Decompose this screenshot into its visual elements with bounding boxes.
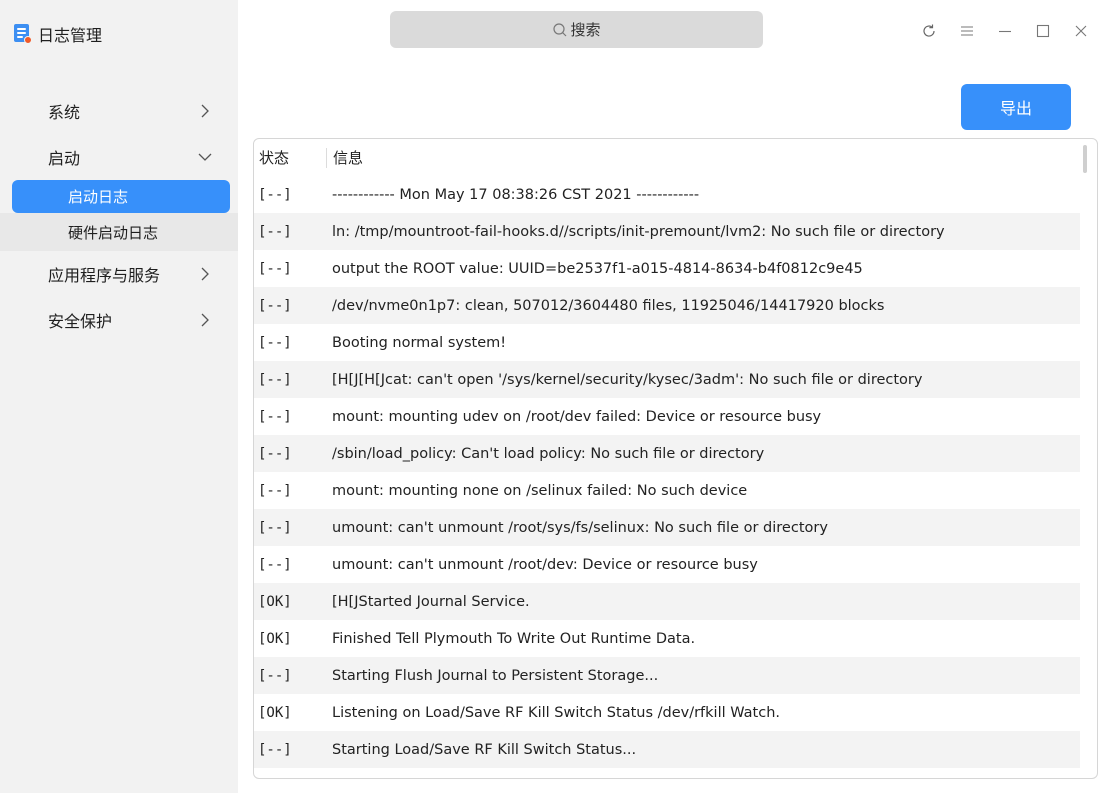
column-header-status[interactable]: 状态	[254, 147, 326, 168]
search-placeholder: 搜索	[570, 21, 601, 39]
table-row[interactable]: [--] mount: mounting udev on /root/dev fa…	[254, 398, 1080, 435]
table-row[interactable]: [--] Booting normal system!	[254, 324, 1080, 361]
info-cell: umount: can't unmount /root/sys/fs/selin…	[332, 519, 828, 536]
info-cell: ln: /tmp/mountroot-fail-hooks.d//scripts…	[332, 223, 945, 240]
status-cell: [--]	[258, 556, 292, 573]
table-row[interactable]: [OK] [H[JStarted Journal Service.	[254, 583, 1080, 620]
minimize-button[interactable]	[986, 18, 1024, 44]
sidebar-item-system[interactable]: 系统	[0, 88, 238, 134]
window-controls	[910, 18, 1100, 44]
maximize-icon	[1036, 24, 1050, 38]
info-cell: mount: mounting udev on /root/dev failed…	[332, 408, 822, 425]
refresh-button[interactable]	[910, 18, 948, 44]
info-cell: [H[J[H[Jcat: can't open '/sys/kernel/sec…	[332, 371, 923, 388]
table-row[interactable]: [--] ln: /tmp/mountroot-fail-hooks.d//scr…	[254, 213, 1080, 250]
sidebar-subitem-boot-log[interactable]: 启动日志	[12, 180, 230, 213]
table-row[interactable]: [--] output the ROOT value: UUID=be2537f1…	[254, 250, 1080, 287]
log-table: 状态 信息 [--] ------------ Mon May 17 08:38:…	[253, 138, 1098, 779]
status-cell: [--]	[258, 371, 292, 388]
status-cell: [OK]	[258, 704, 292, 721]
table-row[interactable]: [--] umount: can't unmount /root/dev: Dev…	[254, 546, 1080, 583]
info-cell: /dev/nvme0n1p7: clean, 507012/3604480 fi…	[332, 297, 885, 314]
info-cell: Starting Load/Save RF Kill Switch Status…	[332, 741, 637, 758]
sidebar-item-label: 应用程序与服务	[48, 266, 161, 285]
table-header: 状态 信息	[254, 139, 1097, 176]
sidebar-item-label: 安全保护	[48, 312, 113, 331]
info-cell: Booting normal system!	[332, 334, 507, 351]
close-button[interactable]	[1062, 18, 1100, 44]
status-cell: [--]	[258, 297, 292, 314]
sidebar: 日志管理 系统 启动 启动日志 硬件启动日志 应用程序与服务 安全保护	[0, 0, 238, 793]
table-row[interactable]: [--] [H[J[H[Jcat: can't open '/sys/kernel…	[254, 361, 1080, 398]
app-title: 日志管理	[38, 26, 103, 45]
table-row[interactable]: [--] /dev/nvme0n1p7: clean, 507012/360448…	[254, 287, 1080, 324]
sidebar-item-label: 系统	[48, 103, 81, 122]
log-app-icon	[14, 24, 32, 44]
export-button[interactable]: 导出	[961, 84, 1071, 130]
status-cell: [OK]	[258, 593, 292, 610]
status-cell: [--]	[258, 519, 292, 536]
info-cell: [H[JStarted Journal Service.	[332, 593, 530, 610]
close-icon	[1075, 25, 1087, 37]
search-input[interactable]: 搜索	[390, 11, 763, 48]
status-cell: [--]	[258, 223, 292, 240]
scrollbar[interactable]	[1083, 145, 1087, 173]
app-title-bar: 日志管理	[14, 22, 102, 46]
status-cell: [--]	[258, 260, 292, 277]
title-bar: 搜索	[238, 0, 1108, 60]
table-row[interactable]: [OK] Listening on Load/Save RF Kill Switc…	[254, 694, 1080, 731]
refresh-icon	[923, 24, 935, 37]
chevron-right-icon	[201, 104, 209, 118]
chevron-right-icon	[201, 267, 209, 281]
table-row[interactable]: [OK] Finished Tell Plymouth To Write Out …	[254, 620, 1080, 657]
table-body: [--] ------------ Mon May 17 08:38:26 CST…	[254, 176, 1080, 768]
status-cell: [--]	[258, 186, 292, 203]
table-row[interactable]: [--] /sbin/load_policy: Can't load policy…	[254, 435, 1080, 472]
status-cell: [--]	[258, 334, 292, 351]
maximize-button[interactable]	[1024, 18, 1062, 44]
chevron-right-icon	[201, 313, 209, 327]
menu-button[interactable]	[948, 18, 986, 44]
minimize-icon	[999, 30, 1011, 33]
status-cell: [--]	[258, 482, 292, 499]
sidebar-nav: 系统 启动 启动日志 硬件启动日志 应用程序与服务 安全保护	[0, 88, 238, 343]
status-cell: [--]	[258, 741, 292, 758]
sidebar-item-apps-services[interactable]: 应用程序与服务	[0, 251, 238, 297]
status-cell: [--]	[258, 445, 292, 462]
table-row[interactable]: [--] umount: can't unmount /root/sys/fs/s…	[254, 509, 1080, 546]
info-cell: Listening on Load/Save RF Kill Switch St…	[332, 704, 781, 721]
status-cell: [--]	[258, 667, 292, 684]
sidebar-subitem-label: 硬件启动日志	[68, 223, 159, 242]
table-row[interactable]: [--] Starting Flush Journal to Persistent…	[254, 657, 1080, 694]
table-row[interactable]: [--] ------------ Mon May 17 08:38:26 CST…	[254, 176, 1080, 213]
info-cell: /sbin/load_policy: Can't load policy: No…	[332, 445, 765, 462]
info-cell: Finished Tell Plymouth To Write Out Runt…	[332, 630, 696, 647]
sidebar-item-security[interactable]: 安全保护	[0, 297, 238, 343]
menu-icon	[961, 26, 973, 36]
info-cell: output the ROOT value: UUID=be2537f1-a01…	[332, 260, 863, 277]
info-cell: ------------ Mon May 17 08:38:26 CST 202…	[332, 186, 700, 203]
sidebar-subitem-label: 启动日志	[68, 188, 129, 206]
sidebar-item-label: 启动	[48, 149, 81, 168]
sidebar-item-boot[interactable]: 启动	[0, 134, 238, 180]
info-cell: mount: mounting none on /selinux failed:…	[332, 482, 748, 499]
search-icon	[553, 22, 567, 36]
status-cell: [OK]	[258, 630, 292, 647]
chevron-down-icon	[198, 153, 212, 161]
table-row[interactable]: [--] Starting Load/Save RF Kill Switch St…	[254, 731, 1080, 768]
info-cell: Starting Flush Journal to Persistent Sto…	[332, 667, 659, 684]
table-row[interactable]: [--] mount: mounting none on /selinux fai…	[254, 472, 1080, 509]
info-cell: umount: can't unmount /root/dev: Device …	[332, 556, 758, 573]
sidebar-subitem-hardware-boot-log[interactable]: 硬件启动日志	[0, 213, 238, 251]
status-cell: [--]	[258, 408, 292, 425]
column-header-info[interactable]: 信息	[326, 147, 363, 168]
